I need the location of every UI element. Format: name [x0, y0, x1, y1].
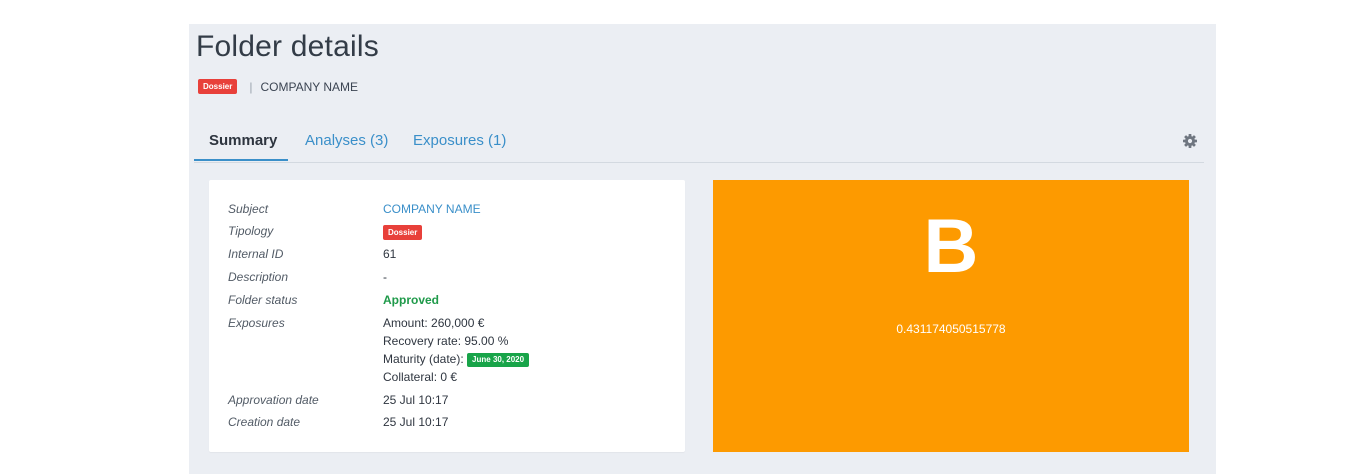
- internal-id-label: Internal ID: [228, 247, 284, 261]
- internal-id-value: 61: [383, 247, 397, 261]
- description-label: Description: [228, 270, 289, 284]
- approvation-date-label: Approvation date: [228, 393, 319, 407]
- exposure-collateral: Collateral: 0 €: [383, 370, 458, 384]
- separator: |: [249, 79, 253, 94]
- exposure-recovery-rate: Recovery rate: 95.00 %: [383, 334, 509, 348]
- creation-date-value: 25 Jul 10:17: [383, 415, 449, 429]
- exposures-values: Amount: 260,000 € Recovery rate: 95.00 %…: [383, 314, 530, 386]
- folder-subtitle: Dossier | COMPANY NAME: [198, 79, 358, 94]
- tipology-badge: Dossier: [198, 79, 238, 94]
- tipology-value-badge: Dossier: [383, 225, 423, 240]
- rating-score-value: 0.431174050515778: [896, 322, 1006, 336]
- gear-icon[interactable]: [1182, 133, 1198, 149]
- subject-label: Subject: [228, 202, 269, 216]
- folder-details-panel: Folder details Dossier | COMPANY NAME Su…: [189, 24, 1216, 474]
- rating-score-box: B 0.431174050515778: [713, 180, 1189, 452]
- exposure-maturity: Maturity (date): June 30, 2020: [383, 350, 530, 368]
- tipology-value: Dossier: [383, 222, 423, 240]
- company-name: COMPANY NAME: [260, 79, 359, 94]
- exposures-label: Exposures: [228, 316, 285, 330]
- tab-summary[interactable]: Summary: [209, 132, 277, 149]
- active-tab-indicator: [194, 159, 288, 161]
- tab-exposures[interactable]: Exposures (1): [413, 132, 506, 149]
- exposure-amount: Amount: 260,000 €: [383, 316, 485, 330]
- tab-analyses[interactable]: Analyses (3): [305, 132, 388, 149]
- subject-link[interactable]: COMPANY NAME: [383, 200, 481, 218]
- tipology-label: Tipology: [228, 224, 274, 238]
- summary-card: Subject COMPANY NAME Tipology Dossier In…: [209, 180, 685, 452]
- tab-bar: Summary Analyses (3) Exposures (1): [194, 124, 1204, 163]
- description-value: -: [383, 270, 387, 284]
- folder-status-label: Folder status: [228, 293, 298, 307]
- approvation-date-value: 25 Jul 10:17: [383, 393, 449, 407]
- maturity-label: Maturity (date):: [383, 352, 464, 366]
- rating-letter: B: [923, 204, 979, 289]
- creation-date-label: Creation date: [228, 415, 301, 429]
- maturity-date-badge: June 30, 2020: [467, 353, 530, 367]
- folder-status-value: Approved: [383, 293, 440, 307]
- page-title: Folder details: [196, 30, 379, 63]
